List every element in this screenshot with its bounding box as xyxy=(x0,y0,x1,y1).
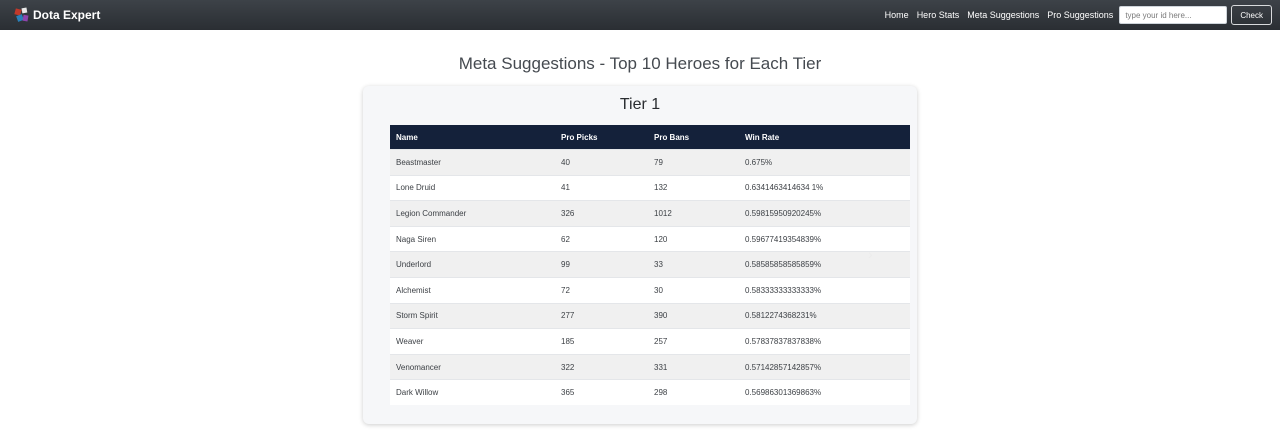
pro-picks-cell: 99 xyxy=(555,251,648,278)
pro-picks-cell: 41 xyxy=(555,174,648,201)
pro-picks-cell: 277 xyxy=(555,302,648,329)
win-rate-cell: 0.57142857142857% xyxy=(739,353,910,380)
header-win-rate: Win Rate xyxy=(745,132,780,142)
table-row: Beastmaster 40 79 0.675% xyxy=(390,149,910,176)
header-pro-bans: Pro Bans xyxy=(654,132,690,142)
nav-right: Home Hero Stats Meta Suggestions Pro Sug… xyxy=(877,5,1272,25)
pro-bans-cell: 257 xyxy=(648,328,739,355)
table-header-row: Name Pro Picks Pro Bans Win Rate xyxy=(390,125,910,150)
pro-picks-cell: 185 xyxy=(555,328,648,355)
pro-picks-cell: 365 xyxy=(555,379,648,405)
pro-bans-cell: 390 xyxy=(648,302,739,329)
pro-picks-cell: 40 xyxy=(555,149,648,176)
pro-bans-cell: 30 xyxy=(648,276,739,304)
pro-picks-cell: 72 xyxy=(555,276,648,304)
table-row: Venomancer 322 331 0.57142857142857% xyxy=(390,353,910,380)
table-row: Storm Spirit 277 390 0.5812274368231% xyxy=(390,302,910,329)
brand-label: Dota Expert xyxy=(33,8,101,22)
brand[interactable]: Dota Expert xyxy=(14,7,100,23)
nav-home-link[interactable]: Home xyxy=(885,10,909,20)
win-rate-cell: 0.58333333333333% xyxy=(739,276,910,304)
tier-card: Tier 1 Name Pro Picks Pro Bans Win Rate … xyxy=(363,86,917,424)
hero-name-cell: Storm Spirit xyxy=(390,302,555,329)
table-row: Underlord 99 33 0.58585858585859% xyxy=(390,251,910,278)
win-rate-cell: 0.675% xyxy=(739,149,910,176)
pro-picks-cell: 322 xyxy=(555,353,648,380)
win-rate-cell: 0.58585858585859% xyxy=(739,251,910,278)
pro-bans-cell: 79 xyxy=(648,149,739,176)
hero-name-cell: Alchemist xyxy=(390,276,555,304)
win-rate-cell: 0.59815950920245% xyxy=(739,200,910,227)
table-row: Legion Commander 326 1012 0.598159509202… xyxy=(390,200,910,227)
hero-name-cell: Legion Commander xyxy=(390,200,555,227)
pro-bans-cell: 1012 xyxy=(648,200,739,227)
pro-bans-cell: 331 xyxy=(648,353,739,380)
nav-hero-stats-link[interactable]: Hero Stats xyxy=(917,10,960,20)
win-rate-cell: 0.57837837837838% xyxy=(739,328,910,355)
nav-pro-suggestions-link[interactable]: Pro Suggestions xyxy=(1047,10,1113,20)
hero-name-cell: Naga Siren xyxy=(390,225,555,252)
table-row: Lone Druid 41 132 0.6341463414634 1% xyxy=(390,174,910,201)
tier-title: Tier 1 xyxy=(619,96,661,113)
table-row: Weaver 185 257 0.57837837837838% xyxy=(390,328,910,355)
check-button[interactable]: Check xyxy=(1231,5,1272,25)
table-row: Dark Willow 365 298 0.56986301369863% xyxy=(390,379,910,405)
pro-bans-cell: 298 xyxy=(648,379,739,405)
carousel-next-chevron-icon[interactable]: › xyxy=(868,246,873,262)
pro-picks-cell: 326 xyxy=(555,200,648,227)
id-search-input[interactable] xyxy=(1119,6,1228,24)
win-rate-cell: 0.59677419354839% xyxy=(739,225,910,252)
hero-name-cell: Underlord xyxy=(390,251,555,278)
heroes-table: Name Pro Picks Pro Bans Win Rate Beastma… xyxy=(390,125,910,405)
page-title: Meta Suggestions - Top 10 Heroes for Eac… xyxy=(458,54,822,73)
win-rate-cell: 0.6341463414634 1% xyxy=(739,174,910,201)
hero-name-cell: Dark Willow xyxy=(390,379,555,405)
nav-meta-suggestions-link[interactable]: Meta Suggestions xyxy=(967,10,1039,20)
header-pro-picks: Pro Picks xyxy=(561,132,598,142)
pro-bans-cell: 33 xyxy=(648,251,739,278)
hero-name-cell: Beastmaster xyxy=(390,149,555,176)
hero-name-cell: Lone Druid xyxy=(390,174,555,201)
hero-name-cell: Venomancer xyxy=(390,353,555,380)
pro-bans-cell: 132 xyxy=(648,174,739,201)
table-row: Alchemist 72 30 0.58333333333333% xyxy=(390,276,910,304)
header-name: Name xyxy=(396,132,418,142)
table-row: Naga Siren 62 120 0.59677419354839% xyxy=(390,225,910,252)
hero-name-cell: Weaver xyxy=(390,328,555,355)
pro-bans-cell: 120 xyxy=(648,225,739,252)
navbar: Dota Expert Home Hero Stats Meta Suggest… xyxy=(0,0,1280,30)
pro-picks-cell: 62 xyxy=(555,225,648,252)
win-rate-cell: 0.56986301369863% xyxy=(739,379,910,405)
win-rate-cell: 0.5812274368231% xyxy=(739,302,910,329)
dota-logo-icon xyxy=(14,7,29,22)
